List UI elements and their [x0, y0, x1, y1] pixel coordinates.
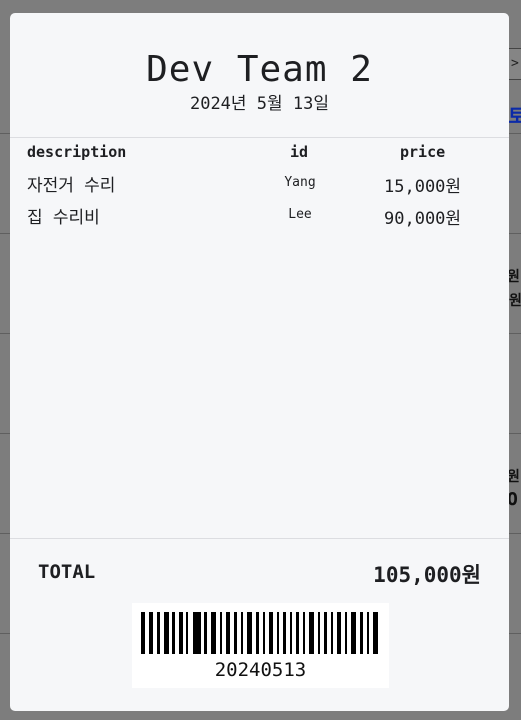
column-header-id: id	[290, 143, 309, 161]
background-text-fragment: 원:	[507, 469, 521, 485]
item-description: 자전거 수리	[27, 176, 116, 196]
background-link-fragment[interactable]: 토	[508, 100, 521, 129]
receipt-title: Dev Team 2	[146, 49, 373, 90]
item-id: Lee	[288, 207, 312, 222]
receipt-date: 2024년 5월 13일	[189, 94, 330, 114]
chevron-right-glyph: >	[511, 56, 519, 71]
column-header-description: description	[27, 143, 127, 161]
header-divider	[10, 137, 509, 138]
item-description: 집 수리비	[27, 208, 100, 228]
item-price: 90,000원	[384, 209, 462, 229]
item-price: 15,000원	[384, 177, 462, 197]
barcode-icon	[141, 612, 378, 654]
item-id: Yang	[284, 175, 316, 190]
barcode-number: 20240513	[214, 659, 307, 681]
total-label: TOTAL	[38, 561, 96, 583]
column-header-price: price	[400, 143, 446, 161]
footer-divider	[10, 538, 509, 539]
background-text-fragment: 원	[509, 293, 521, 309]
receipt-modal: Dev Team 2 2024년 5월 13일 description id p…	[10, 13, 509, 711]
barcode: 20240513	[132, 603, 389, 688]
total-value: 105,000원	[373, 563, 481, 587]
background-text-fragment: 원:	[507, 269, 521, 285]
